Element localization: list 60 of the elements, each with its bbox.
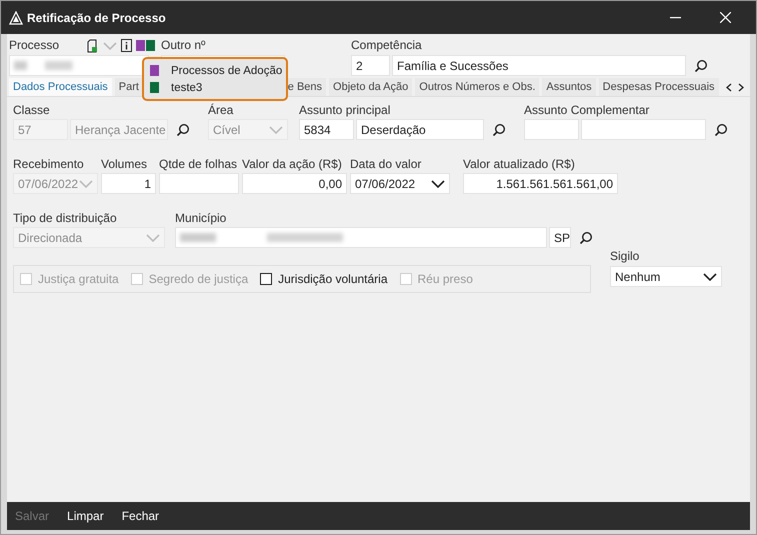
field-label: Área <box>208 103 234 118</box>
chevron-left-icon[interactable] <box>726 82 732 92</box>
tab[interactable]: Outros Números e Obs. <box>415 78 540 96</box>
search-icon[interactable] <box>694 58 708 72</box>
close-icon[interactable] <box>720 12 730 23</box>
input-field[interactable]: Família e Sucessões <box>392 55 686 76</box>
document-icon[interactable] <box>87 38 100 52</box>
chevron-down-icon <box>431 180 445 188</box>
chevron-down-icon <box>79 180 93 188</box>
field-label: Processo <box>9 38 60 53</box>
info-icon[interactable] <box>121 39 132 52</box>
input-field[interactable]: Deserdação <box>356 119 484 140</box>
field-label: Tipo de distribuição <box>13 211 118 226</box>
search-icon[interactable] <box>492 122 506 136</box>
window-title: Retificação de Processo <box>27 10 166 24</box>
field-label: Competência <box>351 38 423 53</box>
search-icon[interactable] <box>714 122 728 136</box>
input-field[interactable]: SP <box>549 227 571 248</box>
field-label: Classe <box>13 103 51 118</box>
field-label: Outro nº <box>161 38 206 53</box>
checkbox[interactable]: Jurisdição voluntária <box>260 272 388 286</box>
tab[interactable]: Assuntos <box>542 78 596 96</box>
tab[interactable]: Objeto da Ação <box>329 78 412 96</box>
chevron-down-icon <box>103 42 118 50</box>
input-field[interactable]: 5834 <box>299 119 354 140</box>
blurred-field[interactable] <box>9 55 149 76</box>
blurred-field[interactable] <box>175 227 547 248</box>
field-label: Recebimento <box>13 157 85 172</box>
dropdown[interactable]: 07/06/2022 <box>350 173 450 194</box>
tab[interactable]: Despesas Processuais <box>598 78 719 96</box>
field-label: Sigilo <box>610 249 640 264</box>
footer-button[interactable]: Limpar <box>67 507 104 525</box>
field-label: Assunto principal <box>299 103 392 118</box>
input-field[interactable] <box>581 119 706 140</box>
input-field[interactable] <box>159 173 239 194</box>
field-label: Qtde de folhas <box>159 157 238 172</box>
popup-item[interactable]: teste3 <box>150 82 280 94</box>
popup-item[interactable]: Processos de Adoção <box>150 64 280 76</box>
input-field[interactable]: 2 <box>351 55 390 76</box>
minimize-icon[interactable] <box>670 16 680 18</box>
field-label: Município <box>175 211 228 226</box>
field-label: Assunto Complementar <box>524 103 650 118</box>
field-label: Valor atualizado (R$) <box>463 157 576 172</box>
chevron-down-icon <box>269 126 283 134</box>
input-field[interactable]: 1 <box>101 173 156 194</box>
chevron-down-icon <box>703 272 717 280</box>
field-label: Data do valor <box>350 157 422 172</box>
input-field[interactable]: 1.561.561.561.561,00 <box>463 173 618 194</box>
field-label: Volumes <box>101 157 148 172</box>
input-field[interactable] <box>524 119 579 140</box>
tab[interactable]: Dados Processuais <box>9 78 112 96</box>
search-icon[interactable] <box>176 122 190 136</box>
search-icon[interactable] <box>579 230 593 244</box>
chevron-right-icon[interactable] <box>738 82 744 92</box>
input-field[interactable]: 0,00 <box>242 173 347 194</box>
footer-button[interactable]: Fechar <box>122 507 160 525</box>
dropdown[interactable]: Nenhum <box>610 266 722 287</box>
field-label: Valor da ação (R$) <box>242 157 343 172</box>
app-logo-icon <box>9 10 23 24</box>
chevron-down-icon <box>146 234 160 242</box>
